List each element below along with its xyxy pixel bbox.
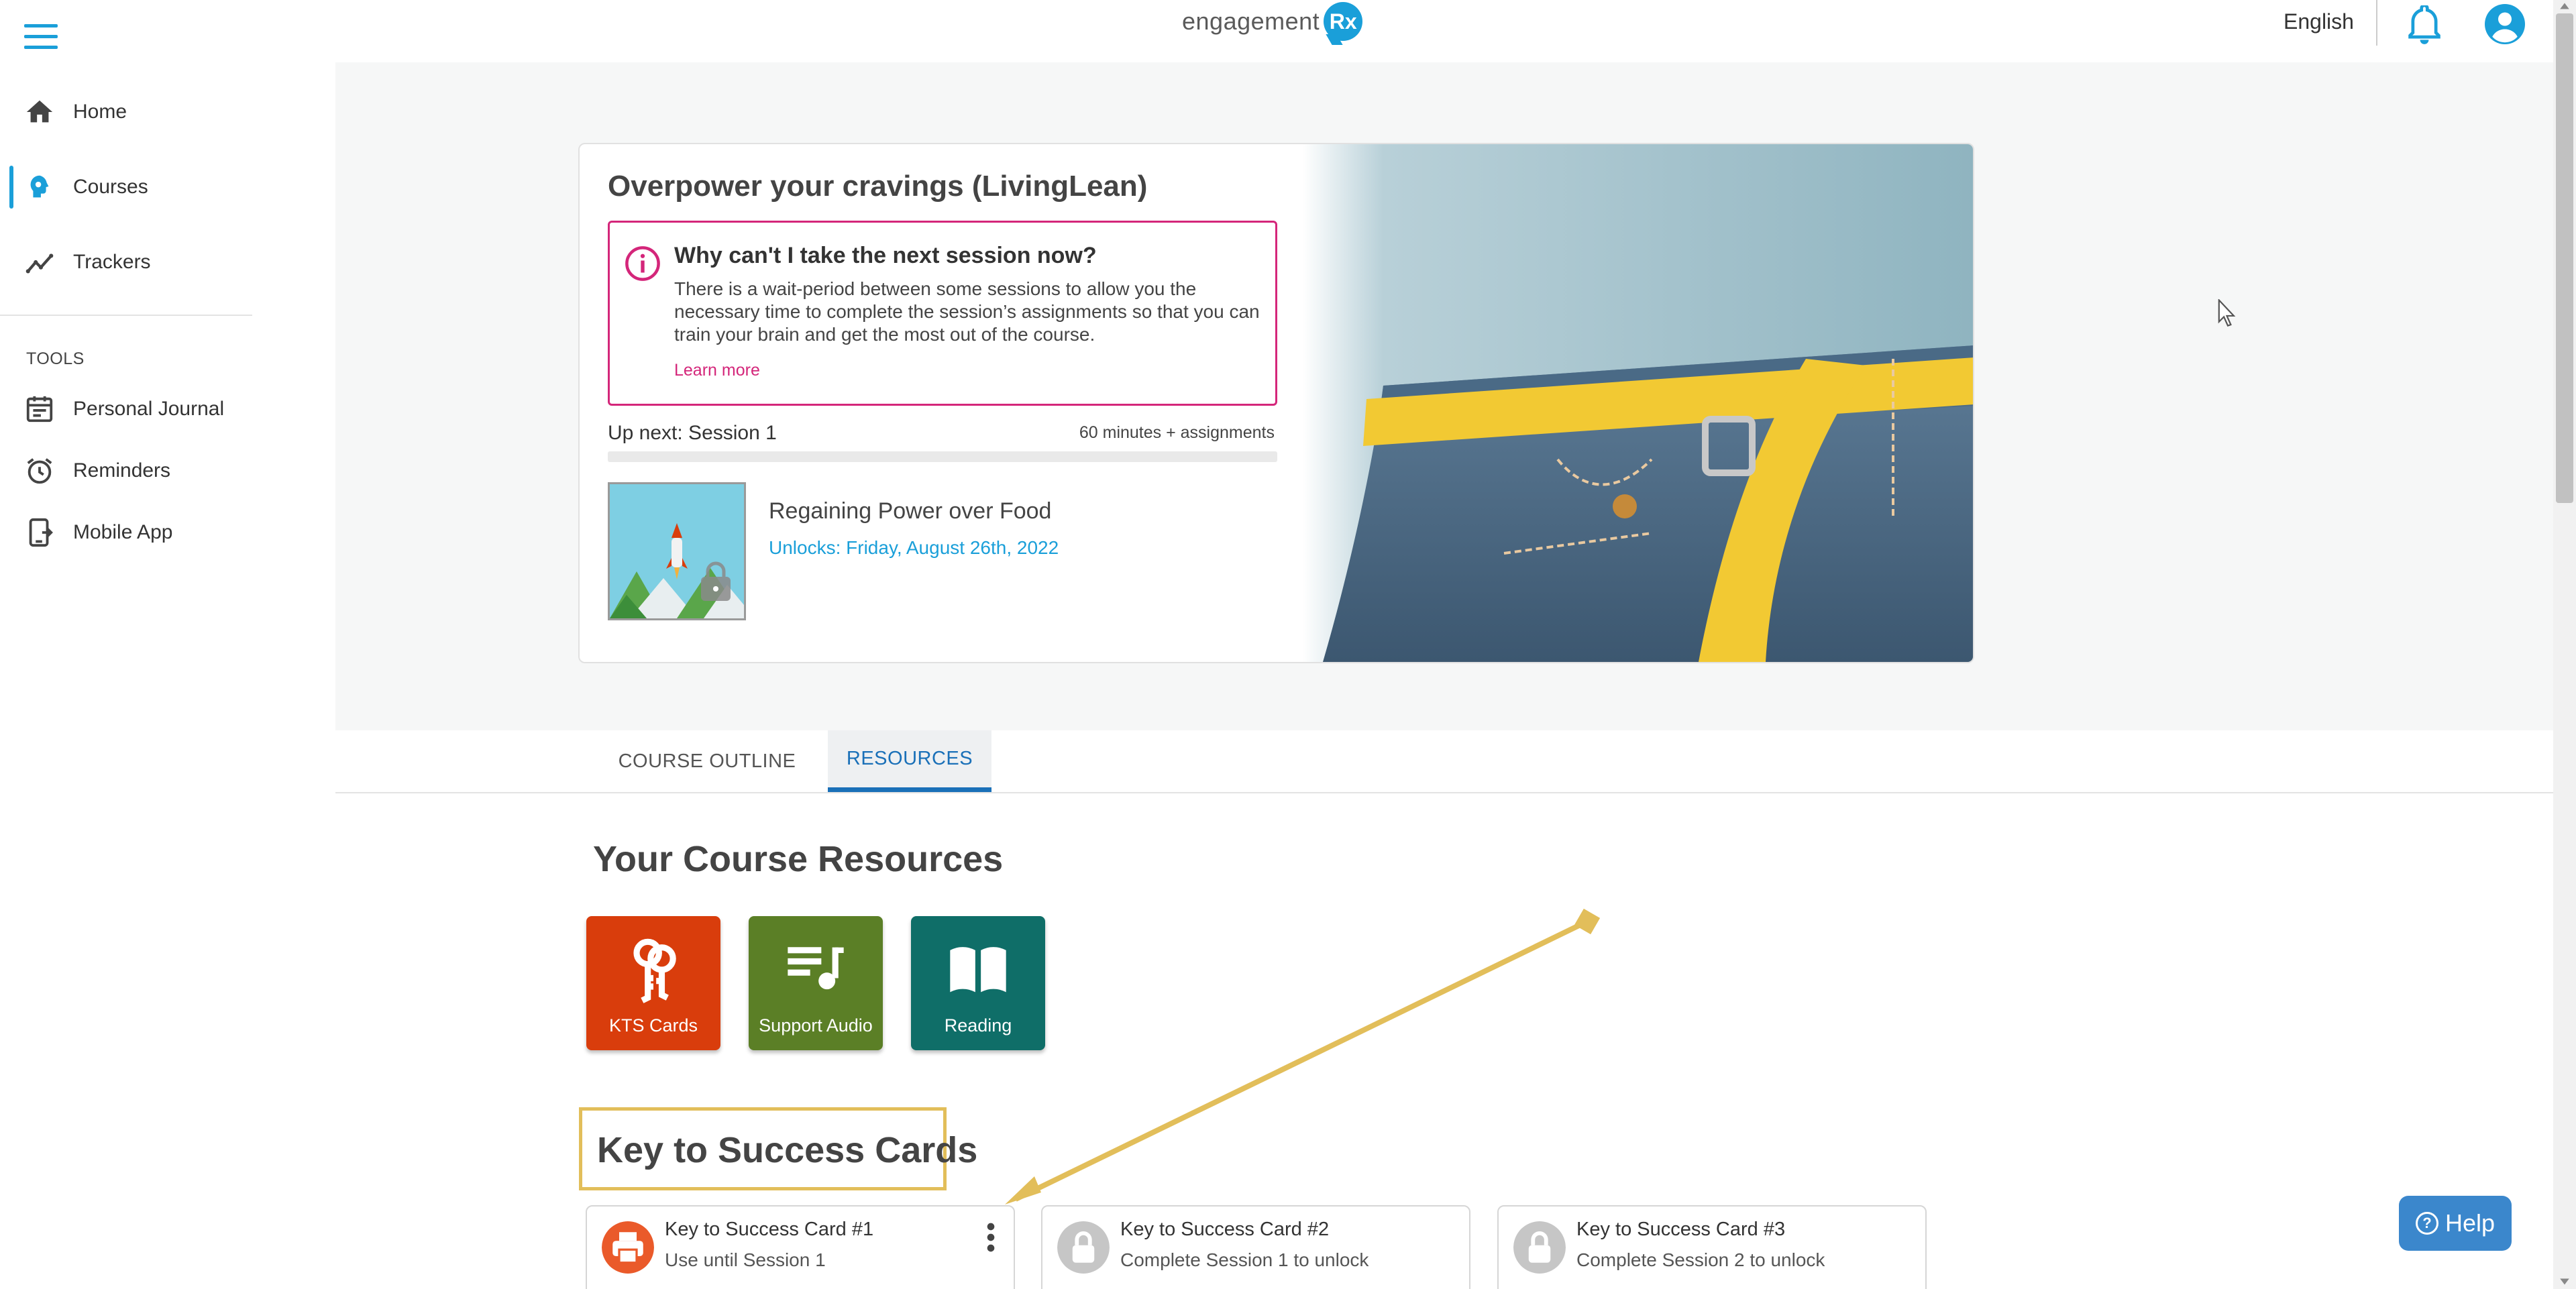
wait-period-notice: Why can't I take the next session now? T…: [608, 221, 1277, 406]
sidebar-item-home[interactable]: Home: [0, 85, 252, 139]
sidebar-item-reminders[interactable]: Reminders: [0, 444, 252, 498]
sidebar-item-label: Personal Journal: [73, 398, 225, 420]
rocket-illustration: [610, 484, 744, 618]
journal-icon: [26, 396, 53, 423]
tabs-divider: [335, 792, 2553, 793]
sidebar-item-courses[interactable]: Courses: [0, 160, 252, 214]
session-thumbnail[interactable]: [608, 482, 746, 620]
session-unlock-date: Unlocks: Friday, August 26th, 2022: [769, 537, 1059, 558]
sidebar-item-trackers[interactable]: Trackers: [0, 235, 252, 289]
bell-icon[interactable]: [2407, 5, 2442, 46]
session-title[interactable]: Regaining Power over Food: [769, 498, 1051, 524]
header-divider: [2376, 0, 2377, 46]
session-progress-bar: [608, 451, 1277, 462]
support-audio-tile[interactable]: Support Audio: [749, 916, 883, 1050]
sidebar-divider: [0, 315, 252, 316]
logo-text: engagement: [1182, 7, 1320, 35]
top-bar: engagement Rx English: [0, 0, 2553, 62]
sidebar-item-mobile-app[interactable]: Mobile App: [0, 506, 252, 559]
kts-card-subtitle: Complete Session 2 to unlock: [1576, 1249, 1825, 1270]
user-account-icon[interactable]: [2485, 4, 2525, 44]
kts-card-title: Key to Success Card #2: [1120, 1219, 1330, 1240]
sidebar: Home Courses Trackers TOOLS Personal Jou…: [0, 62, 252, 1289]
scrollbar-thumb[interactable]: [2556, 13, 2573, 503]
sidebar-item-label: Mobile App: [73, 521, 173, 543]
playlist-music-icon: [788, 947, 844, 990]
alarm-icon: [27, 458, 52, 484]
resources-heading: Your Course Resources: [593, 839, 1004, 879]
language-selector[interactable]: English: [2284, 9, 2354, 34]
mouse-cursor-icon: [2218, 299, 2236, 327]
print-icon: [602, 1221, 654, 1274]
sidebar-item-label: Courses: [73, 176, 148, 198]
keys-icon: [633, 938, 676, 1003]
sidebar-item-label: Trackers: [73, 251, 151, 273]
tab-resources[interactable]: RESOURCES: [828, 730, 991, 792]
session-duration: 60 minutes + assignments: [1079, 423, 1275, 442]
notice-title: Why can't I take the next session now?: [674, 243, 1097, 268]
logo[interactable]: engagement Rx: [1182, 0, 1363, 43]
up-next-label: Up next: Session 1: [608, 422, 777, 444]
notice-body: There is a wait-period between some sess…: [674, 278, 1260, 345]
kts-card-title: Key to Success Card #1: [665, 1219, 874, 1240]
highlight-annotation-box: Key to Success Cards: [579, 1107, 977, 1190]
kts-card-1[interactable]: Key to Success Card #1 Use until Session…: [586, 1205, 1015, 1289]
tile-label: Support Audio: [759, 1015, 873, 1035]
active-indicator: [9, 166, 13, 209]
kts-card-subtitle: Use until Session 1: [665, 1249, 826, 1270]
sidebar-item-label: Reminders: [73, 459, 171, 482]
menu-icon[interactable]: [24, 24, 58, 51]
scroll-up-icon[interactable]: [2556, 0, 2573, 12]
more-vertical-icon[interactable]: [985, 1221, 996, 1253]
mobile-app-icon: [29, 518, 53, 547]
tab-course-outline[interactable]: COURSE OUTLINE: [606, 730, 808, 792]
help-label: Help: [2445, 1209, 2496, 1237]
kts-heading: Key to Success Cards: [597, 1130, 978, 1170]
lock-icon: [1513, 1221, 1566, 1274]
scroll-down-icon[interactable]: [2556, 1276, 2573, 1288]
learn-more-link[interactable]: Learn more: [674, 361, 760, 380]
reading-tile[interactable]: Reading: [911, 916, 1045, 1050]
tools-section-label: TOOLS: [26, 349, 85, 368]
kts-cards-tile[interactable]: KTS Cards: [586, 916, 720, 1050]
kts-card-3[interactable]: Key to Success Card #3 Complete Session …: [1497, 1205, 1927, 1289]
book-open-icon: [950, 947, 1006, 993]
help-button[interactable]: ? Help: [2399, 1196, 2512, 1251]
tile-label: Reading: [944, 1015, 1012, 1035]
kts-card-subtitle: Complete Session 1 to unlock: [1120, 1249, 1369, 1270]
kts-card-title: Key to Success Card #3: [1576, 1219, 1786, 1240]
sidebar-item-personal-journal[interactable]: Personal Journal: [0, 382, 252, 436]
jeans-measuring-tape-image: [1303, 144, 1973, 662]
info-icon: [625, 246, 660, 281]
tile-label: KTS Cards: [608, 1015, 698, 1035]
annotation-arrow: [1005, 908, 1601, 1204]
lock-icon: [1057, 1221, 1110, 1274]
home-icon: [26, 100, 53, 123]
course-card: Overpower your cravings (LivingLean) Why…: [578, 143, 1974, 663]
course-title: Overpower your cravings (LivingLean): [608, 170, 1148, 203]
logo-badge: Rx: [1324, 2, 1363, 41]
kts-card-2[interactable]: Key to Success Card #2 Complete Session …: [1041, 1205, 1470, 1289]
courses-icon: [30, 175, 49, 198]
sidebar-item-label: Home: [73, 101, 127, 123]
help-icon: ?: [2415, 1212, 2438, 1235]
trackers-icon: [25, 254, 54, 274]
